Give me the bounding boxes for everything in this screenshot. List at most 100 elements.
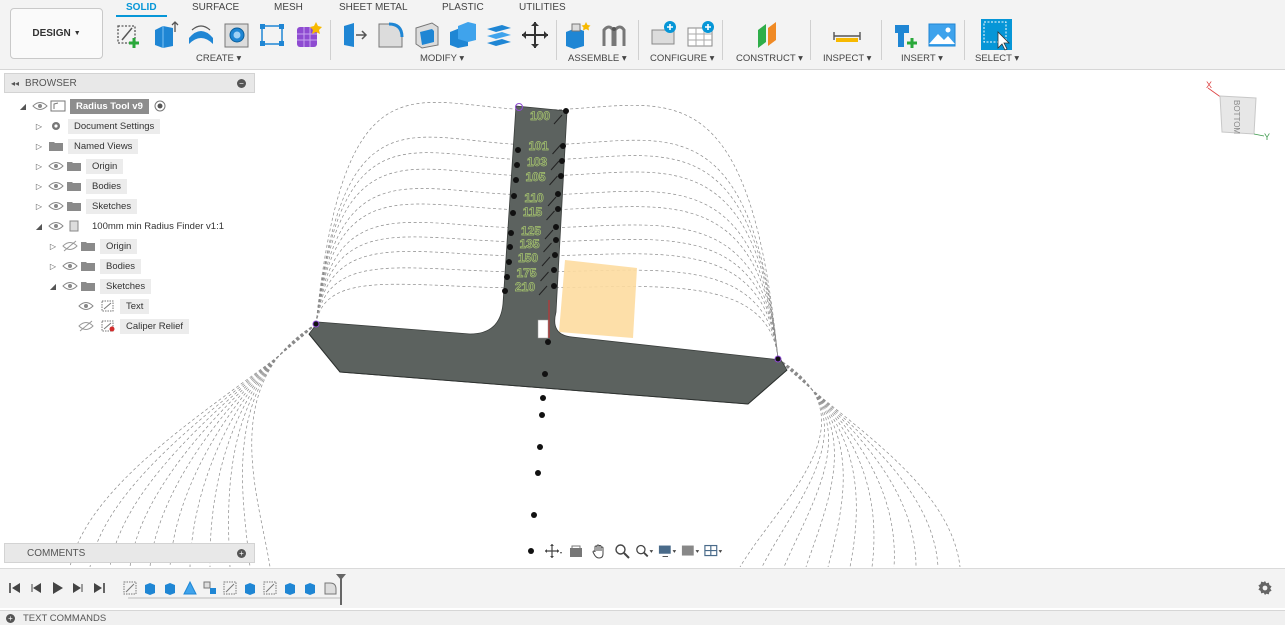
eye-icon[interactable] xyxy=(62,260,78,272)
comments-header[interactable]: COMMENTS + xyxy=(4,543,255,563)
tree-item-bodies[interactable]: ▷ Bodies xyxy=(34,177,128,195)
grid-snaps-button[interactable] xyxy=(681,542,701,560)
workspace-switcher[interactable]: DESIGN ▼ xyxy=(10,8,103,59)
timeline-extrude-icon[interactable] xyxy=(242,580,258,596)
tab-sheet-metal[interactable]: SHEET METAL xyxy=(339,2,408,17)
sketch-point[interactable] xyxy=(504,274,510,280)
move-copy-icon[interactable] xyxy=(520,20,550,50)
go-to-start-icon[interactable] xyxy=(8,581,22,595)
pattern-icon[interactable] xyxy=(258,20,288,50)
tab-plastic[interactable]: PLASTIC xyxy=(442,2,484,17)
sketch-point[interactable] xyxy=(542,371,548,377)
sketch-point[interactable] xyxy=(514,162,520,168)
viewports-button[interactable] xyxy=(704,542,724,560)
eye-icon[interactable] xyxy=(48,160,64,172)
timeline-extrude-icon[interactable] xyxy=(282,580,298,596)
insert-derive-icon[interactable] xyxy=(892,20,922,50)
hole-icon[interactable] xyxy=(222,20,252,50)
sketch-point[interactable] xyxy=(551,283,557,289)
collapsed-triangle-icon[interactable]: ▷ xyxy=(34,121,44,131)
tab-utilities[interactable]: UTILITIES xyxy=(519,2,566,17)
sketch-point[interactable] xyxy=(559,158,565,164)
eye-hidden-icon[interactable] xyxy=(78,320,94,332)
sketch-point[interactable] xyxy=(552,252,558,258)
sketch-point[interactable] xyxy=(537,444,543,450)
plus-icon[interactable]: + xyxy=(6,613,15,623)
tree-item-sketch-text[interactable]: Text xyxy=(74,297,150,315)
timeline-extrude-icon[interactable] xyxy=(142,580,158,596)
select-icon[interactable] xyxy=(980,18,1013,51)
sketch-point[interactable] xyxy=(555,206,561,212)
zoom-button[interactable] xyxy=(612,542,632,560)
configure-design-icon[interactable] xyxy=(650,20,680,50)
insert-canvas-icon[interactable] xyxy=(927,20,957,50)
sketch-point[interactable] xyxy=(535,470,541,476)
sketch-point-right[interactable] xyxy=(774,355,782,363)
go-to-end-icon[interactable] xyxy=(92,581,106,595)
eye-icon[interactable] xyxy=(48,200,64,212)
sketch-point[interactable] xyxy=(506,259,512,265)
assemble-menu[interactable]: ASSEMBLE ▾ xyxy=(568,53,627,64)
shell-icon[interactable] xyxy=(412,20,442,50)
text-commands-bar[interactable]: + TEXT COMMANDS xyxy=(0,610,1285,625)
fit-button[interactable] xyxy=(635,542,655,560)
sketch-point[interactable] xyxy=(555,191,561,197)
sketch-point[interactable] xyxy=(539,412,545,418)
collapsed-triangle-icon[interactable]: ▷ xyxy=(48,261,58,271)
tree-item-component[interactable]: ◢ 100mm min Radius Finder v1:1 xyxy=(34,217,230,235)
expanded-triangle-icon[interactable]: ◢ xyxy=(48,281,58,291)
expanded-triangle-icon[interactable]: ◢ xyxy=(34,221,44,231)
timeline-marker[interactable] xyxy=(335,573,347,605)
sketch-point[interactable] xyxy=(560,143,566,149)
eye-icon[interactable] xyxy=(78,300,94,312)
modify-menu[interactable]: MODIFY ▾ xyxy=(420,53,464,64)
inspect-menu[interactable]: INSPECT ▾ xyxy=(823,53,871,64)
fillet-icon[interactable] xyxy=(376,20,406,50)
configuration-table-icon[interactable] xyxy=(686,20,716,50)
eye-icon[interactable] xyxy=(48,220,64,232)
offset-faces-icon[interactable] xyxy=(484,20,514,50)
expanded-triangle-icon[interactable]: ◢ xyxy=(18,101,28,111)
collapsed-triangle-icon[interactable]: ▷ xyxy=(34,201,44,211)
sketch-point[interactable] xyxy=(507,244,513,250)
tree-root[interactable]: ◢ Radius Tool v9 xyxy=(18,97,166,115)
timeline-sketch-icon[interactable] xyxy=(262,580,278,596)
pan-button[interactable] xyxy=(589,542,609,560)
collapsed-triangle-icon[interactable]: ▷ xyxy=(48,241,58,251)
tree-item-component-sketches[interactable]: ◢ Sketches xyxy=(48,277,152,295)
tree-item-component-bodies[interactable]: ▷ Bodies xyxy=(48,257,142,275)
create-menu[interactable]: CREATE ▾ xyxy=(196,53,241,64)
look-at-button[interactable] xyxy=(566,542,586,560)
configure-menu[interactable]: CONFIGURE ▾ xyxy=(650,53,714,64)
timeline-extrude-icon[interactable] xyxy=(302,580,318,596)
sketch-point[interactable] xyxy=(553,237,559,243)
timeline-sketch-icon[interactable] xyxy=(122,580,138,596)
sketch-point[interactable] xyxy=(551,267,557,273)
step-back-icon[interactable] xyxy=(29,581,43,595)
measure-icon[interactable] xyxy=(832,20,862,50)
insert-menu[interactable]: INSERT ▾ xyxy=(901,53,943,64)
sketch-point[interactable] xyxy=(558,173,564,179)
tree-item-named-views[interactable]: ▷ Named Views xyxy=(34,137,139,155)
create-form-icon[interactable] xyxy=(294,20,324,50)
gear-icon[interactable] xyxy=(1257,580,1273,596)
tree-item-origin[interactable]: ▷ Origin xyxy=(34,157,124,175)
collapsed-triangle-icon[interactable]: ▷ xyxy=(34,141,44,151)
joint-icon[interactable] xyxy=(599,20,629,50)
offset-plane-icon[interactable] xyxy=(753,20,783,50)
play-icon[interactable] xyxy=(50,581,64,595)
timeline-draft-icon[interactable] xyxy=(182,580,198,596)
sketch-point[interactable] xyxy=(502,288,508,294)
sketch-point[interactable] xyxy=(545,339,551,345)
collapsed-triangle-icon[interactable]: ▷ xyxy=(34,181,44,191)
sketch-point[interactable] xyxy=(510,210,516,216)
timeline-extrude-icon[interactable] xyxy=(162,580,178,596)
new-component-icon[interactable] xyxy=(563,20,593,50)
eye-icon[interactable] xyxy=(32,100,48,112)
sketch-point[interactable] xyxy=(528,548,534,554)
orbit-button[interactable] xyxy=(543,542,563,560)
display-settings-button[interactable] xyxy=(658,542,678,560)
combine-icon[interactable] xyxy=(448,20,478,50)
tab-mesh[interactable]: MESH xyxy=(274,2,303,17)
collapsed-triangle-icon[interactable]: ▷ xyxy=(34,161,44,171)
